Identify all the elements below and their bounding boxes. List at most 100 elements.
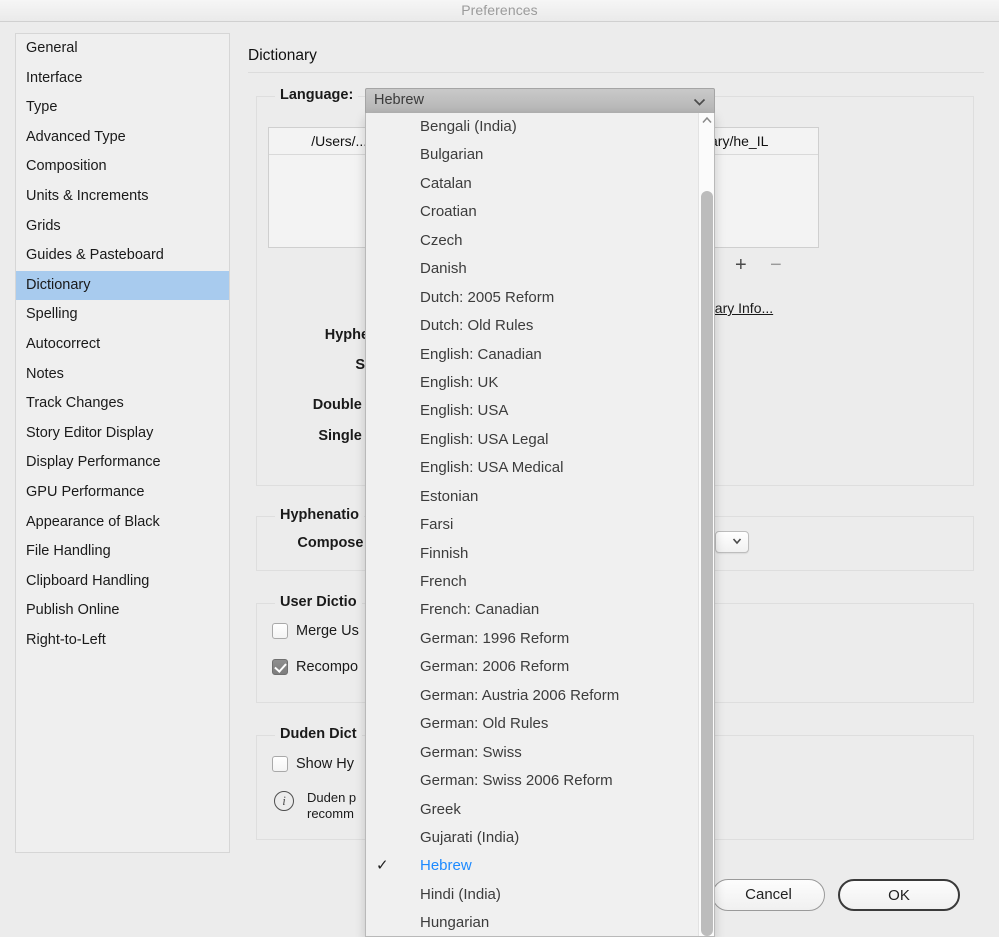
sidebar-item-publish-online[interactable]: Publish Online [16, 596, 229, 626]
language-option[interactable]: German: Swiss [366, 739, 698, 767]
language-group-legend: Language: [275, 87, 359, 103]
language-option[interactable]: Czech [366, 227, 698, 255]
duden-group-legend: Duden Dict [275, 726, 362, 742]
window-titlebar: Preferences [0, 0, 999, 22]
language-option[interactable]: English: Canadian [366, 341, 698, 369]
language-option[interactable]: German: 2006 Reform [366, 653, 698, 681]
language-option-label: German: Austria 2006 Reform [420, 686, 620, 704]
sidebar-item-gpu-performance[interactable]: GPU Performance [16, 478, 229, 508]
merge-user-dictionary-checkbox[interactable] [272, 623, 288, 639]
preferences-category-list[interactable]: General Interface Type Advanced Type Composi… [15, 33, 230, 853]
remove-dictionary-button[interactable]: − [770, 255, 782, 275]
dictionary-path-row-right[interactable]: ary/he_IL [703, 128, 818, 155]
sidebar-item-type[interactable]: Type [16, 93, 229, 123]
language-option-label: Dutch: 2005 Reform [420, 288, 555, 306]
dropdown-scrollbar-thumb[interactable] [701, 191, 713, 936]
merge-user-dictionary-checkbox-row[interactable]: Merge Us [272, 623, 359, 639]
sidebar-item-dictionary[interactable]: Dictionary [16, 270, 229, 301]
language-option-label: Finnish [420, 544, 469, 562]
language-option-label: English: Canadian [420, 345, 542, 363]
preferences-window: Preferences General Interface Type Advanced… [0, 0, 999, 937]
sidebar-item-interface[interactable]: Interface [16, 64, 229, 94]
language-option[interactable]: ✓ Hebrew [366, 852, 698, 880]
language-option[interactable]: Dutch: Old Rules [366, 312, 698, 340]
language-select[interactable]: Hebrew [365, 88, 715, 114]
language-option[interactable]: Bulgarian [366, 141, 698, 169]
language-option[interactable]: English: UK [366, 369, 698, 397]
language-option[interactable]: Catalan [366, 170, 698, 198]
language-option-label: English: USA Legal [420, 430, 549, 448]
language-option[interactable]: English: USA Legal [366, 426, 698, 454]
language-option[interactable]: Greek [366, 796, 698, 824]
language-option[interactable]: English: USA [366, 397, 698, 425]
dictionary-info-link[interactable]: nary Info... [707, 300, 773, 316]
recompose-checkbox[interactable] [272, 659, 288, 675]
cancel-button[interactable]: Cancel [712, 879, 825, 911]
language-option[interactable]: French: Canadian [366, 596, 698, 624]
show-hyphenation-label: Show Hy [296, 756, 355, 772]
language-option-label: German: Old Rules [420, 715, 549, 733]
language-option[interactable]: Bengali (India) [366, 113, 698, 141]
sidebar-item-general[interactable]: General [16, 34, 229, 64]
language-option[interactable]: German: Austria 2006 Reform [366, 682, 698, 710]
sidebar-item-file-handling[interactable]: File Handling [16, 537, 229, 567]
show-hyphenation-checkbox-row[interactable]: Show Hy [272, 756, 354, 772]
sidebar-item-clipboard-handling[interactable]: Clipboard Handling [16, 567, 229, 597]
title-divider [248, 72, 984, 73]
language-option[interactable]: German: Old Rules [366, 710, 698, 738]
merge-user-dictionary-label: Merge Us [296, 623, 359, 639]
recompose-checkbox-row[interactable]: Recompo [272, 659, 358, 675]
language-option-label: German: 1996 Reform [420, 629, 570, 647]
sidebar-item-notes[interactable]: Notes [16, 360, 229, 390]
sidebar-item-display-performance[interactable]: Display Performance [16, 448, 229, 478]
sidebar-item-autocorrect[interactable]: Autocorrect [16, 330, 229, 360]
language-option-list[interactable]: Bengali (India) Bulgarian Catalan Croatian C… [366, 113, 698, 936]
sidebar-item-story-editor-display[interactable]: Story Editor Display [16, 419, 229, 449]
language-option-label: Hungarian [420, 914, 490, 932]
sidebar-item-advanced-type[interactable]: Advanced Type [16, 123, 229, 153]
sidebar-item-guides-pasteboard[interactable]: Guides & Pasteboard [16, 241, 229, 271]
chevron-up-icon[interactable] [702, 116, 712, 125]
sidebar-item-composition[interactable]: Composition [16, 152, 229, 182]
user-dictionary-group-legend: User Dictio [275, 594, 362, 610]
language-option-label: German: 2006 Reform [420, 658, 570, 676]
language-option[interactable]: Hungarian [366, 909, 698, 936]
language-option[interactable]: French [366, 568, 698, 596]
language-option[interactable]: Estonian [366, 483, 698, 511]
compose-using-select[interactable] [715, 531, 749, 553]
language-option[interactable]: Gujarati (India) [366, 824, 698, 852]
language-option[interactable]: Dutch: 2005 Reform [366, 284, 698, 312]
window-title: Preferences [461, 2, 538, 18]
ok-button[interactable]: OK [838, 879, 960, 911]
sidebar-item-units-increments[interactable]: Units & Increments [16, 182, 229, 212]
sidebar-item-spelling[interactable]: Spelling [16, 300, 229, 330]
sidebar-item-track-changes[interactable]: Track Changes [16, 389, 229, 419]
language-option[interactable]: Hindi (India) [366, 881, 698, 909]
language-option[interactable]: Farsi [366, 511, 698, 539]
language-option[interactable]: Finnish [366, 540, 698, 568]
language-option-label: German: Swiss 2006 Reform [420, 772, 613, 790]
sidebar-item-appearance-of-black[interactable]: Appearance of Black [16, 508, 229, 538]
info-icon: i [274, 791, 294, 811]
add-dictionary-button[interactable]: + [735, 255, 747, 275]
language-option-label: Gujarati (India) [420, 828, 520, 846]
recompose-label: Recompo [296, 659, 359, 675]
language-option[interactable]: Croatian [366, 198, 698, 226]
language-option[interactable]: German: 1996 Reform [366, 625, 698, 653]
language-dropdown-popup[interactable]: Bengali (India) Bulgarian Catalan Croatian C… [365, 113, 715, 937]
check-icon: ✓ [376, 857, 389, 875]
language-option-label: Bulgarian [420, 146, 484, 164]
language-option[interactable]: English: USA Medical [366, 454, 698, 482]
language-option-label: Croatian [420, 203, 477, 221]
sidebar-item-right-to-left[interactable]: Right-to-Left [16, 626, 229, 656]
dictionary-path-list-right[interactable]: ary/he_IL [703, 127, 819, 248]
dropdown-scrollbar[interactable] [698, 113, 714, 936]
language-option-label: German: Swiss [420, 743, 522, 761]
language-option[interactable]: Danish [366, 255, 698, 283]
chevron-down-icon [693, 98, 706, 106]
language-option[interactable]: German: Swiss 2006 Reform [366, 767, 698, 795]
language-option-label: Danish [420, 260, 467, 278]
sidebar-item-grids[interactable]: Grids [16, 212, 229, 242]
chevron-down-icon [732, 538, 742, 545]
show-hyphenation-checkbox[interactable] [272, 756, 288, 772]
